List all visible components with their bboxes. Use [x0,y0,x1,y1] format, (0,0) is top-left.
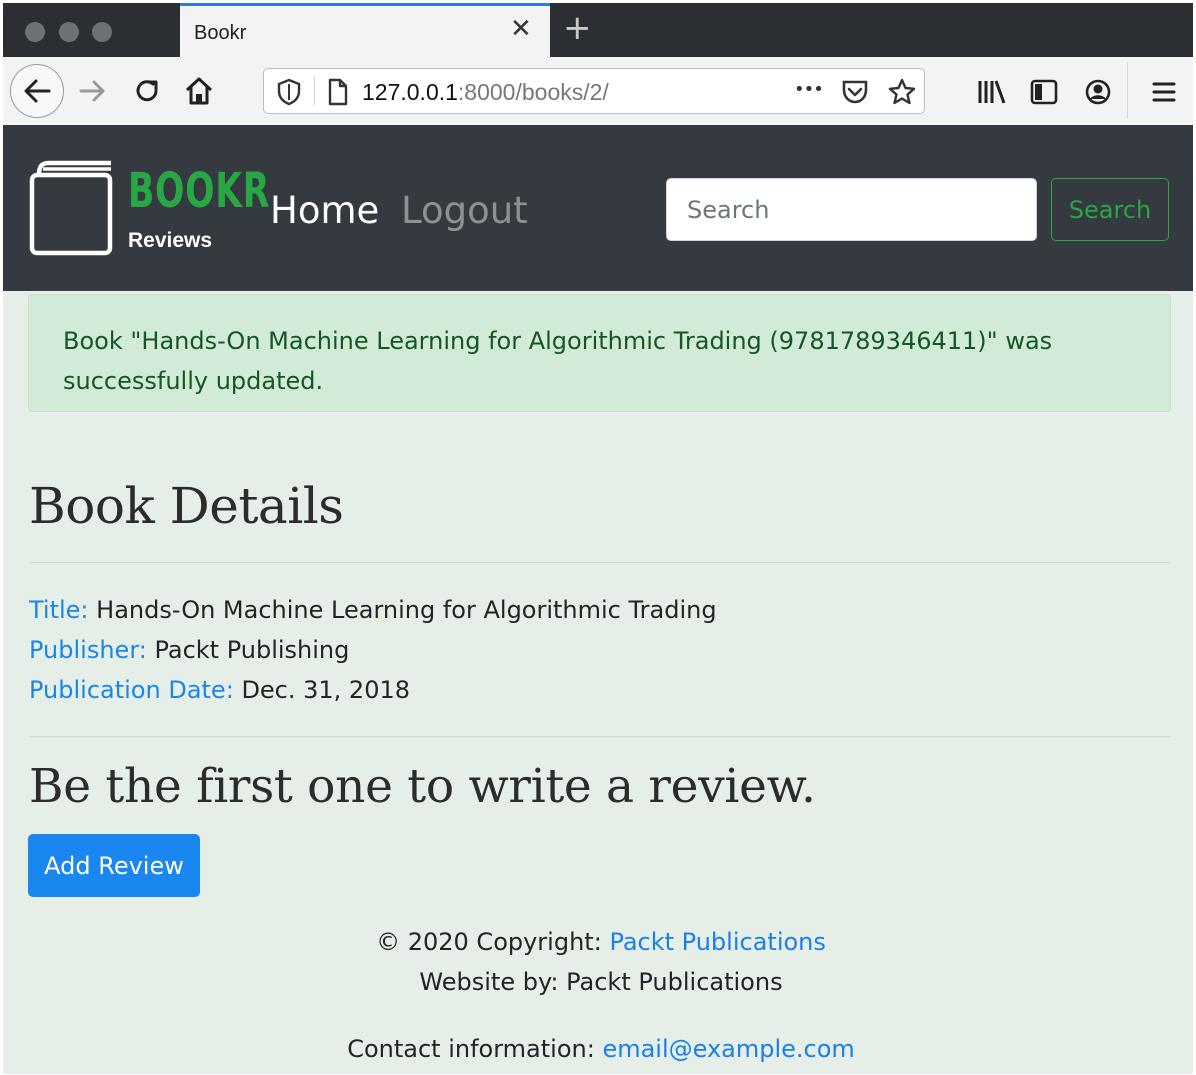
tab-close-icon[interactable]: ✕ [510,16,532,42]
reload-icon[interactable] [129,73,165,109]
pocket-icon[interactable] [840,78,870,106]
shield-icon[interactable] [276,78,302,106]
back-button[interactable] [10,64,64,118]
search-button[interactable]: Search [1051,178,1169,241]
footer-website-by: Website by: Packt Publications [419,968,783,996]
title-row: Title: Hands-On Machine Learning for Alg… [29,596,717,624]
contact-text: Contact information: [347,1035,595,1063]
publisher-value: Packt Publishing [154,636,350,664]
site-navbar: BOOKR Reviews Home Logout Search [3,125,1193,291]
title-label: Title: [29,596,89,624]
tab-bookr[interactable]: Bookr ✕ [180,3,550,57]
copyright-text: © 2020 Copyright: [376,928,602,956]
book-details-heading: Book Details [29,477,344,535]
publication-date-label: Publication Date: [29,676,234,704]
divider [29,562,1171,563]
forward-icon[interactable] [75,73,111,109]
new-tab-icon[interactable]: + [563,11,592,45]
address-divider [314,77,315,105]
back-icon [24,79,51,103]
bookmark-star-icon[interactable] [887,77,917,107]
window-zoom-dot[interactable] [92,22,112,42]
book-logo-icon[interactable] [29,157,113,257]
success-alert: Book "Hands-On Machine Learning for Algo… [28,294,1171,412]
account-icon[interactable] [1083,77,1113,107]
url-text[interactable]: 127.0.0.1:8000/books/2/ [362,79,609,106]
review-heading: Be the first one to write a review. [29,759,816,814]
menu-icon[interactable] [1149,77,1179,107]
footer-copyright: © 2020 Copyright: Packt Publications [3,928,1193,956]
page-actions-icon[interactable]: ••• [794,79,824,100]
publication-date-value: Dec. 31, 2018 [241,676,411,704]
browser-window: Bookr ✕ + 127.0.0.1:8000/books/2/ ••• BO… [3,3,1193,1074]
footer-contact: Contact information: email@example.com [3,1035,1193,1063]
browser-toolbar: 127.0.0.1:8000/books/2/ ••• [3,57,1193,126]
nav-home-link[interactable]: Home [270,189,379,232]
publisher-row: Publisher: Packt Publishing [29,636,349,664]
tab-title: Bookr [194,22,247,44]
title-value: Hands-On Machine Learning for Algorithmi… [96,596,717,624]
page-icon [328,78,348,106]
nav-logout-link[interactable]: Logout [401,189,528,232]
tab-strip: Bookr ✕ + [3,3,1193,57]
copyright-link[interactable]: Packt Publications [609,928,825,956]
toolbar-divider [1127,63,1128,119]
page-content: Book "Hands-On Machine Learning for Algo… [3,291,1193,1074]
sidebar-icon[interactable] [1029,77,1059,107]
url-path: :8000/books/2/ [457,79,609,105]
divider [29,736,1171,737]
url-host: 127.0.0.1 [362,79,458,105]
search-input[interactable] [666,178,1037,241]
brand-subtitle: Reviews [128,229,213,252]
publisher-label: Publisher: [29,636,147,664]
home-icon[interactable] [181,73,217,109]
window-close-dot[interactable] [25,22,45,42]
library-icon[interactable] [976,77,1008,107]
add-review-button[interactable]: Add Review [28,834,200,897]
publication-date-row: Publication Date: Dec. 31, 2018 [29,676,410,704]
address-bar[interactable]: 127.0.0.1:8000/books/2/ ••• [263,68,925,114]
brand-title[interactable]: BOOKR [128,167,270,215]
contact-email-link[interactable]: email@example.com [602,1035,854,1063]
window-minimize-dot[interactable] [59,22,79,42]
